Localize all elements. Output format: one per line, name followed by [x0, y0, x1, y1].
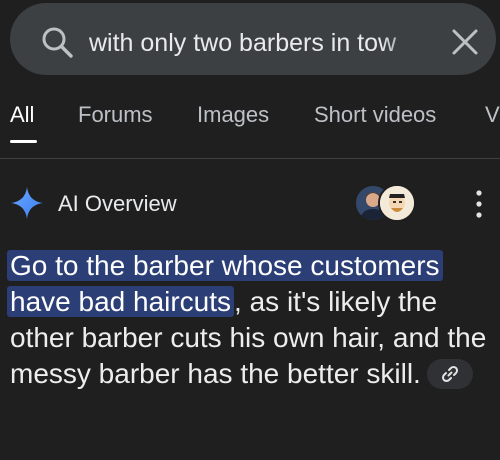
search-input[interactable]: with only two barbers in tow: [89, 23, 429, 63]
search-icon: [42, 27, 73, 58]
search-tabs: All Forums Images Short videos V: [0, 88, 500, 159]
active-tab-indicator: [10, 140, 37, 143]
tab-images[interactable]: Images: [197, 102, 269, 128]
tab-forums[interactable]: Forums: [78, 102, 153, 128]
highlighted-answer: have bad haircuts: [7, 286, 235, 317]
close-icon[interactable]: [450, 27, 480, 57]
source-link-button[interactable]: [426, 358, 473, 389]
source-avatars[interactable]: [354, 184, 416, 222]
link-icon: [441, 365, 458, 382]
tab-videos[interactable]: V: [485, 102, 500, 128]
ai-overview-title: AI Overview: [58, 191, 177, 216]
more-options-icon[interactable]: [474, 188, 484, 220]
ai-overview-answer: Go to the barber whose customers have ba…: [7, 248, 492, 392]
tab-all[interactable]: All: [10, 102, 34, 128]
tab-short-videos[interactable]: Short videos: [314, 102, 436, 128]
sparkle-icon: [11, 187, 43, 219]
avatar[interactable]: [378, 184, 416, 222]
search-bar[interactable]: with only two barbers in tow: [10, 3, 496, 75]
highlighted-answer: Go to the barber whose customers: [7, 250, 443, 281]
